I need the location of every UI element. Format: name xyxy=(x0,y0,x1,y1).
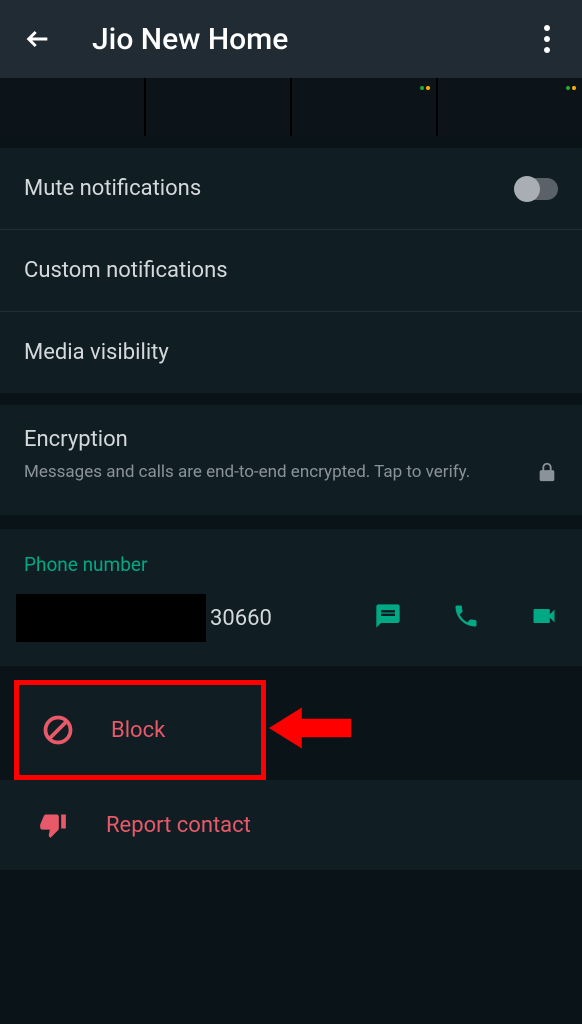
encryption-section: Encryption Messages and calls are end-to… xyxy=(0,405,582,515)
media-thumb[interactable] xyxy=(438,78,582,136)
redacted-block xyxy=(16,594,206,642)
encryption-row[interactable]: Encryption Messages and calls are end-to… xyxy=(0,405,582,515)
back-arrow-icon[interactable] xyxy=(24,25,52,53)
encryption-description: Messages and calls are end-to-end encryp… xyxy=(24,460,518,486)
media-thumb[interactable] xyxy=(0,78,144,136)
media-thumb[interactable] xyxy=(146,78,290,136)
header: Jio New Home xyxy=(0,0,582,78)
phone-number: 30660 xyxy=(24,594,374,642)
block-icon xyxy=(43,715,73,745)
media-thumbnails[interactable] xyxy=(0,78,582,136)
media-thumb[interactable] xyxy=(292,78,436,136)
report-label: Report contact xyxy=(106,813,251,838)
thumb-down-icon xyxy=(38,810,68,840)
block-row[interactable]: Block xyxy=(19,685,261,775)
media-visibility-row[interactable]: Media visibility xyxy=(0,312,582,393)
danger-section: Block Report contact xyxy=(0,680,582,870)
mute-label: Mute notifications xyxy=(24,176,514,201)
arrow-indicator-icon xyxy=(269,700,351,760)
mute-notifications-row[interactable]: Mute notifications xyxy=(0,148,582,230)
encryption-title: Encryption xyxy=(24,427,518,452)
block-highlight: Block xyxy=(14,680,266,780)
more-menu-icon[interactable] xyxy=(536,17,558,61)
report-row[interactable]: Report contact xyxy=(0,780,582,870)
notifications-section: Mute notifications Custom notifications … xyxy=(0,148,582,393)
custom-notifications-row[interactable]: Custom notifications xyxy=(0,230,582,312)
page-title: Jio New Home xyxy=(92,22,536,57)
media-label: Media visibility xyxy=(24,340,558,365)
phone-section: Phone number 30660 xyxy=(0,529,582,666)
phone-suffix: 30660 xyxy=(210,606,272,631)
message-icon[interactable] xyxy=(374,602,402,634)
video-icon[interactable] xyxy=(530,602,558,634)
phone-icon[interactable] xyxy=(452,602,480,634)
block-label: Block xyxy=(111,718,165,743)
lock-icon xyxy=(536,459,558,489)
mute-toggle[interactable] xyxy=(514,178,558,200)
phone-label: Phone number xyxy=(24,553,558,576)
custom-label: Custom notifications xyxy=(24,258,558,283)
